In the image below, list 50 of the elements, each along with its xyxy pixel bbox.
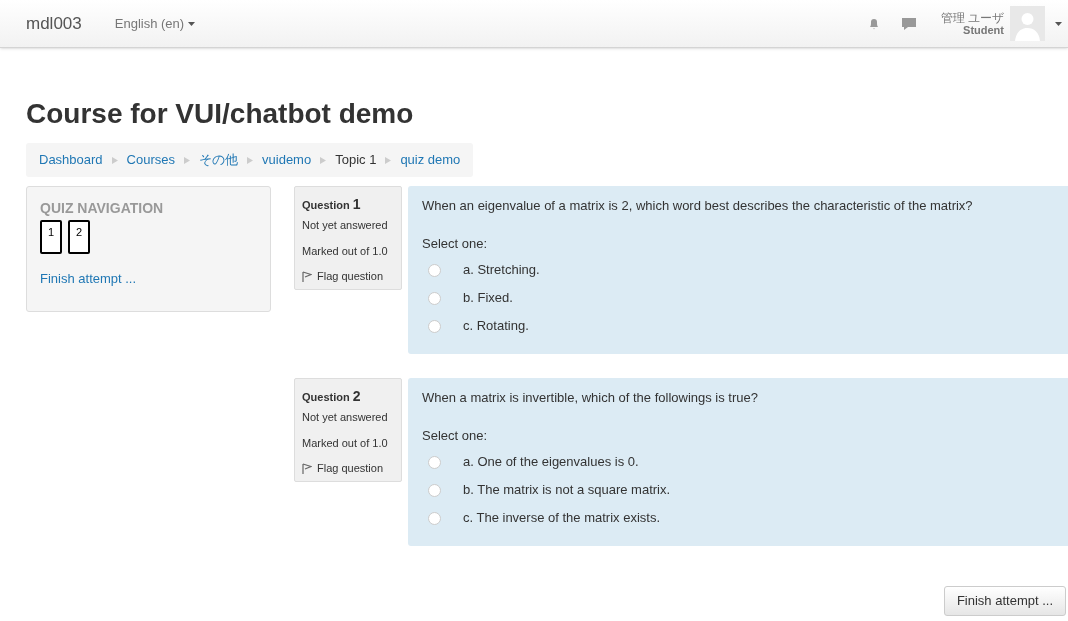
caret-icon — [1055, 22, 1062, 27]
answer-option[interactable]: a. One of the eigenvalues is 0. — [422, 448, 1068, 476]
page-title: Course for VUI/chatbot demo — [26, 97, 415, 131]
answer-option[interactable]: b. The matrix is not a square matrix. — [422, 476, 1068, 504]
question-marks: Marked out of 1.0 — [302, 436, 389, 450]
finish-attempt-button[interactable]: Finish attempt ... — [943, 586, 1066, 616]
question-marks: Marked out of 1.0 — [302, 244, 389, 258]
question-status: Not yet answered — [302, 410, 389, 424]
breadcrumb-link[interactable]: vuidemo — [262, 150, 312, 170]
separator-icon — [385, 156, 392, 164]
chat-icon[interactable] — [900, 16, 917, 31]
radio-button[interactable] — [428, 319, 441, 333]
answer-option[interactable]: b. Fixed. — [422, 284, 1068, 312]
flag-icon — [302, 462, 312, 474]
radio-button[interactable] — [428, 291, 441, 305]
question-nav-button[interactable]: 2 — [68, 220, 90, 254]
radio-button[interactable] — [428, 455, 441, 469]
quiz-navigation-title: QUIZ NAVIGATION — [40, 200, 165, 216]
question-nav-button[interactable]: 1 — [40, 220, 62, 254]
separator-icon — [111, 156, 118, 164]
radio-button[interactable] — [428, 483, 441, 497]
flag-icon — [302, 270, 312, 282]
flag-question-link[interactable]: Flag question — [302, 269, 384, 283]
separator-icon — [184, 156, 191, 164]
answer-option[interactable]: c. The inverse of the matrix exists. — [422, 504, 1068, 532]
answer-option[interactable]: a. Stretching. — [422, 256, 1068, 284]
select-one-label: Select one: — [422, 235, 489, 253]
breadcrumb-link[interactable]: その他 — [199, 150, 239, 170]
user-role: Student — [963, 23, 1004, 36]
finish-attempt-link[interactable]: Finish attempt ... — [40, 269, 257, 289]
breadcrumb-link[interactable]: Courses — [126, 150, 176, 170]
question-number: Question 2 — [302, 387, 362, 406]
question-number: Question 1 — [302, 195, 362, 214]
question-text: When an eigenvalue of a matrix is 2, which word best describes the characteristic of the matrix? — [422, 197, 974, 215]
separator-icon — [320, 156, 327, 164]
caret-icon — [188, 21, 196, 26]
flag-question-link[interactable]: Flag question — [302, 461, 384, 475]
site-name-link[interactable]: mdl003 — [26, 10, 82, 37]
select-one-label: Select one: — [422, 427, 489, 445]
language-menu[interactable]: English (en) — [114, 13, 196, 34]
separator-icon — [247, 156, 254, 164]
user-name: 管理 ユーザ — [940, 11, 1004, 24]
answer-option[interactable]: c. Rotating. — [422, 312, 1068, 340]
radio-button[interactable] — [428, 263, 441, 277]
question-status: Not yet answered — [302, 218, 389, 232]
breadcrumb-link[interactable]: Dashboard — [39, 150, 103, 170]
question-text: When a matrix is invertible, which of the followings is true? — [422, 389, 759, 407]
radio-button[interactable] — [428, 511, 441, 525]
breadcrumb-link[interactable]: quiz demo — [400, 150, 461, 170]
breadcrumb-current: Topic 1 — [335, 151, 377, 170]
